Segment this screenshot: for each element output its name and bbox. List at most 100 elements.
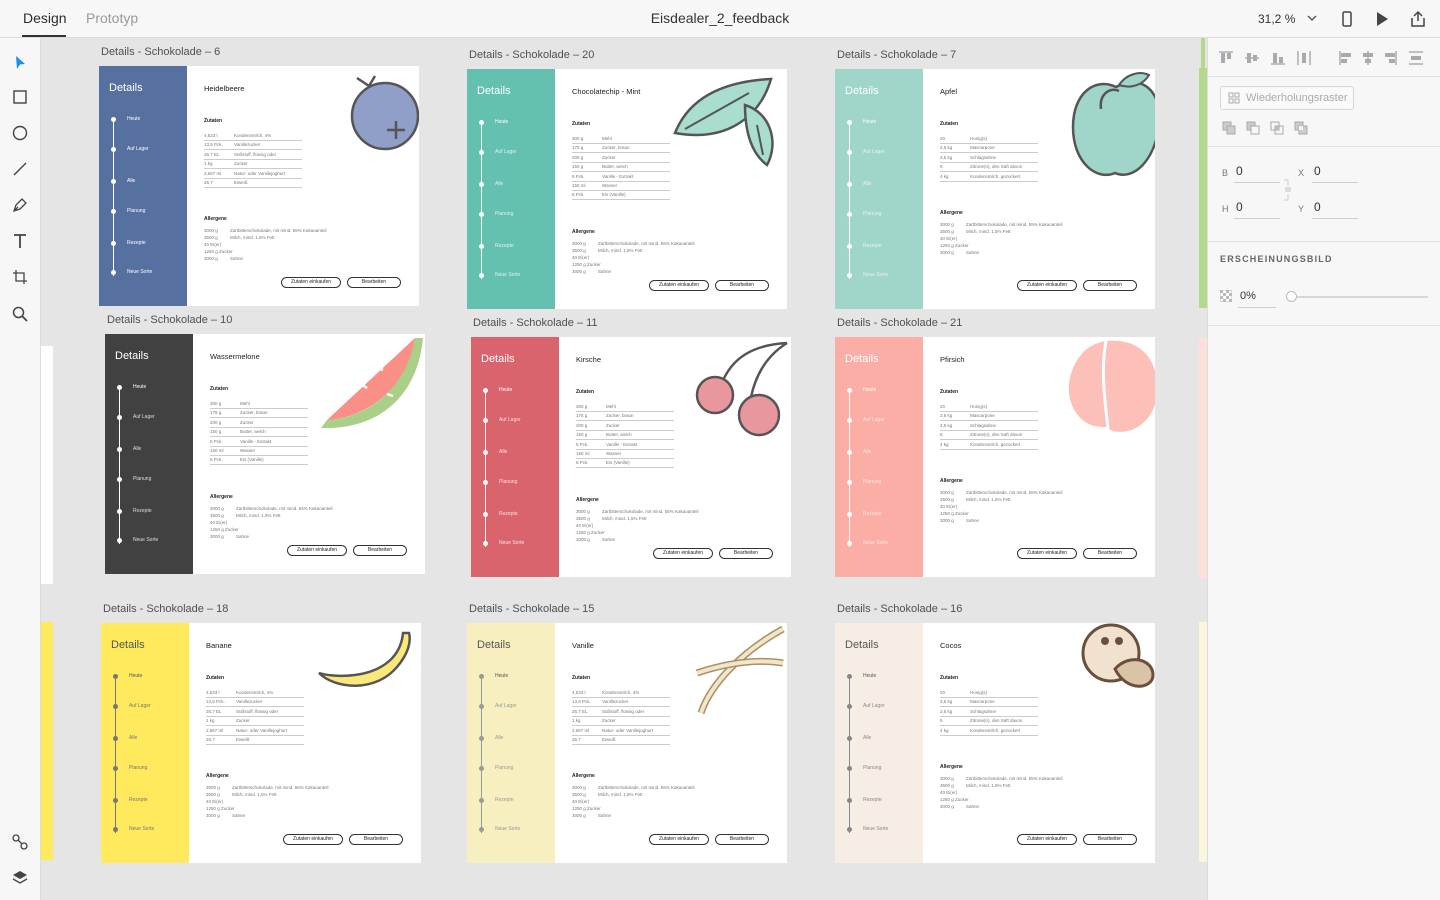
edit-button[interactable]: Bearbeiten bbox=[353, 545, 407, 556]
nav-item[interactable]: Auf Lager bbox=[863, 703, 885, 709]
repeat-grid-button[interactable]: Wiederholungsraster bbox=[1220, 86, 1354, 110]
zoom-level[interactable]: 31,2 % bbox=[1258, 12, 1295, 26]
ellipse-tool-icon[interactable] bbox=[11, 124, 29, 142]
buy-ingredients-button[interactable]: Zutaten einkaufen bbox=[287, 545, 347, 556]
edit-button[interactable]: Bearbeiten bbox=[347, 277, 401, 288]
align-top-icon[interactable] bbox=[1218, 50, 1234, 66]
nav-item[interactable]: Neue Sorte bbox=[863, 272, 888, 278]
artboard[interactable]: Details Heute Auf Lager Alle Planung Rezepte N… bbox=[467, 623, 787, 863]
nav-item[interactable]: Alle bbox=[863, 181, 871, 187]
x-field[interactable]: 0 bbox=[1314, 164, 1321, 178]
nav-item[interactable]: Neue Sorte bbox=[863, 540, 888, 546]
nav-item[interactable]: Neue Sorte bbox=[863, 826, 888, 832]
share-icon[interactable] bbox=[1409, 10, 1427, 28]
nav-item[interactable]: Rezepte bbox=[495, 243, 514, 249]
nav-item[interactable]: Alle bbox=[863, 449, 871, 455]
nav-item[interactable]: Rezepte bbox=[499, 511, 518, 517]
distribute-vertical-icon[interactable] bbox=[1408, 50, 1424, 66]
artboard-label[interactable]: Details - Schokolade – 18 bbox=[103, 603, 228, 615]
nav-item[interactable]: Neue Sorte bbox=[133, 537, 158, 543]
buy-ingredients-button[interactable]: Zutaten einkaufen bbox=[649, 280, 709, 291]
nav-item[interactable]: Neue Sorte bbox=[129, 826, 154, 832]
nav-item[interactable]: Auf Lager bbox=[129, 703, 151, 709]
nav-item[interactable]: Neue Sorte bbox=[495, 272, 520, 278]
nav-item[interactable]: Neue Sorte bbox=[499, 540, 524, 546]
artboard-label[interactable]: Details - Schokolade – 20 bbox=[469, 49, 594, 61]
opacity-slider-track[interactable] bbox=[1290, 296, 1428, 298]
nav-item[interactable]: Alle bbox=[495, 735, 503, 741]
nav-item[interactable]: Heute bbox=[127, 116, 140, 122]
nav-item[interactable]: Auf Lager bbox=[495, 703, 517, 709]
nav-item[interactable]: Neue Sorte bbox=[127, 269, 152, 275]
nav-item[interactable]: Heute bbox=[499, 387, 512, 393]
artboard[interactable]: Details Heute Auf Lager Alle Planung Rezepte N… bbox=[835, 337, 1155, 577]
artboard-label[interactable]: Details - Schokolade – 15 bbox=[469, 603, 594, 615]
buy-ingredients-button[interactable]: Zutaten einkaufen bbox=[281, 277, 341, 288]
artboard[interactable]: Details Heute Auf Lager Alle Planung Rezepte N… bbox=[835, 623, 1155, 863]
align-center-icon[interactable] bbox=[1360, 50, 1376, 66]
buy-ingredients-button[interactable]: Zutaten einkaufen bbox=[649, 834, 709, 845]
boolean-intersect-icon[interactable] bbox=[1270, 121, 1284, 135]
opacity-slider-handle[interactable] bbox=[1286, 291, 1297, 302]
nav-item[interactable]: Rezepte bbox=[133, 508, 152, 514]
nav-item[interactable]: Rezepte bbox=[863, 511, 882, 517]
boolean-add-icon[interactable] bbox=[1222, 121, 1236, 135]
assets-icon[interactable] bbox=[11, 833, 29, 851]
nav-item[interactable]: Alle bbox=[863, 735, 871, 741]
edit-button[interactable]: Bearbeiten bbox=[349, 834, 403, 845]
nav-item[interactable]: Alle bbox=[499, 449, 507, 455]
chevron-down-icon[interactable] bbox=[1306, 12, 1318, 24]
distribute-horizontal-icon[interactable] bbox=[1296, 50, 1312, 66]
nav-item[interactable]: Planung bbox=[863, 765, 881, 771]
artboard[interactable]: Details Heute Auf Lager Alle Planung Rezepte N… bbox=[99, 66, 419, 306]
buy-ingredients-button[interactable]: Zutaten einkaufen bbox=[1017, 548, 1077, 559]
text-tool-icon[interactable] bbox=[11, 232, 29, 250]
nav-item[interactable]: Auf Lager bbox=[133, 414, 155, 420]
select-tool-icon[interactable] bbox=[11, 54, 29, 72]
height-field[interactable]: 0 bbox=[1236, 200, 1243, 214]
artboard[interactable]: Details Heute Auf Lager Alle Planung Rezepte N… bbox=[105, 334, 425, 574]
edit-button[interactable]: Bearbeiten bbox=[1083, 280, 1137, 291]
artboard-label[interactable]: Details - Schokolade – 7 bbox=[837, 49, 956, 61]
nav-item[interactable]: Neue Sorte bbox=[495, 826, 520, 832]
nav-item[interactable]: Heute bbox=[129, 673, 142, 679]
buy-ingredients-button[interactable]: Zutaten einkaufen bbox=[1017, 834, 1077, 845]
artboard-tool-icon[interactable] bbox=[11, 268, 29, 286]
nav-item[interactable]: Planung bbox=[127, 208, 145, 214]
nav-item[interactable]: Alle bbox=[495, 181, 503, 187]
canvas[interactable]: Details - Schokolade – 6 Details Heute Auf … bbox=[41, 38, 1207, 900]
nav-item[interactable]: Planung bbox=[495, 211, 513, 217]
edit-button[interactable]: Bearbeiten bbox=[719, 548, 773, 559]
nav-item[interactable]: Heute bbox=[863, 119, 876, 125]
nav-item[interactable]: Planung bbox=[129, 765, 147, 771]
nav-item[interactable]: Rezepte bbox=[863, 243, 882, 249]
artboard-label[interactable]: Details - Schokolade – 10 bbox=[107, 314, 232, 326]
nav-item[interactable]: Auf Lager bbox=[863, 417, 885, 423]
nav-item[interactable]: Auf Lager bbox=[127, 146, 149, 152]
align-left-icon[interactable] bbox=[1338, 50, 1354, 66]
edit-button[interactable]: Bearbeiten bbox=[715, 834, 769, 845]
lock-aspect-icon[interactable] bbox=[1282, 178, 1294, 202]
buy-ingredients-button[interactable]: Zutaten einkaufen bbox=[653, 548, 713, 559]
nav-item[interactable]: Planung bbox=[499, 479, 517, 485]
edit-button[interactable]: Bearbeiten bbox=[1083, 548, 1137, 559]
nav-item[interactable]: Heute bbox=[863, 387, 876, 393]
y-field[interactable]: 0 bbox=[1314, 200, 1321, 214]
rectangle-tool-icon[interactable] bbox=[11, 88, 29, 106]
nav-item[interactable]: Auf Lager bbox=[495, 149, 517, 155]
align-right-icon[interactable] bbox=[1382, 50, 1398, 66]
nav-item[interactable]: Heute bbox=[495, 119, 508, 125]
align-middle-icon[interactable] bbox=[1244, 50, 1260, 66]
line-tool-icon[interactable] bbox=[11, 160, 29, 178]
nav-item[interactable]: Auf Lager bbox=[863, 149, 885, 155]
nav-item[interactable]: Rezepte bbox=[129, 797, 148, 803]
artboard-label[interactable]: Details - Schokolade – 16 bbox=[837, 603, 962, 615]
nav-item[interactable]: Planung bbox=[133, 476, 151, 482]
nav-item[interactable]: Heute bbox=[863, 673, 876, 679]
nav-item[interactable]: Alle bbox=[129, 735, 137, 741]
nav-item[interactable]: Heute bbox=[133, 384, 146, 390]
nav-item[interactable]: Rezepte bbox=[495, 797, 514, 803]
artboard[interactable]: Details Heute Auf Lager Alle Planung Rezepte N… bbox=[101, 623, 421, 863]
buy-ingredients-button[interactable]: Zutaten einkaufen bbox=[283, 834, 343, 845]
device-preview-icon[interactable] bbox=[1338, 10, 1356, 28]
